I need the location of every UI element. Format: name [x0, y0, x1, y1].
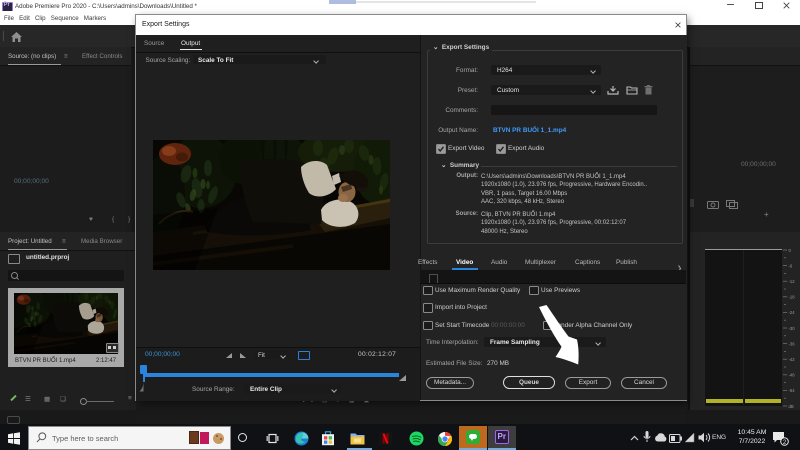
svg-text:-42: -42	[789, 357, 796, 362]
svg-text:-54: -54	[789, 388, 796, 393]
svg-text:dB: dB	[789, 404, 794, 409]
svg-text:0: 0	[789, 248, 792, 253]
svg-text:-6: -6	[789, 263, 793, 268]
svg-text:-18: -18	[789, 295, 796, 300]
svg-text:-24: -24	[789, 310, 796, 315]
svg-text:-48: -48	[789, 373, 796, 378]
svg-text:-12: -12	[789, 279, 796, 284]
svg-text:-30: -30	[789, 326, 796, 331]
svg-text:-36: -36	[789, 341, 796, 346]
